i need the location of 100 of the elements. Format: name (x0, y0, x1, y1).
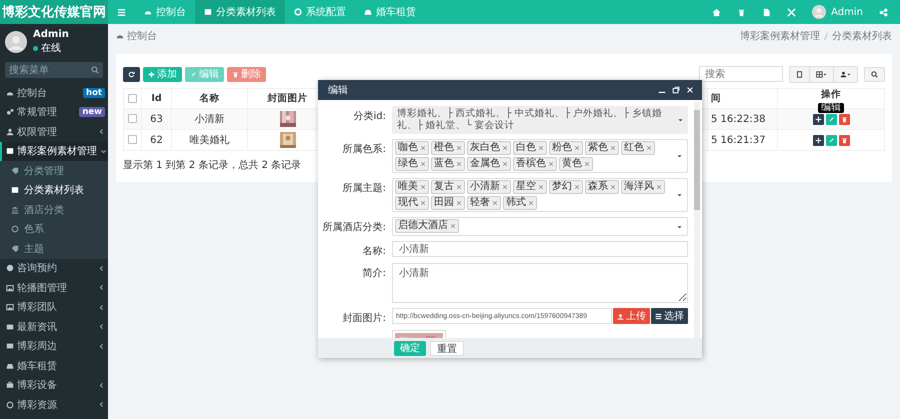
tag-chip[interactable]: 启德大酒店 (395, 219, 459, 233)
tag-chip[interactable]: 森系 (585, 180, 619, 194)
tag-chip[interactable]: 金属色 (467, 157, 511, 171)
fullscreen-icon[interactable] (787, 8, 796, 16)
share-icon[interactable] (879, 8, 888, 16)
remove-icon[interactable] (456, 184, 462, 190)
breadcrumb-link[interactable]: 博彩案例素材管理 (740, 29, 820, 43)
tag-chip[interactable]: 复古 (431, 180, 465, 194)
sidebar-item[interactable]: 轮播图管理 (0, 278, 108, 298)
remove-icon[interactable] (450, 223, 456, 229)
remove-icon[interactable] (584, 161, 590, 167)
tag-chip[interactable]: 田园 (431, 196, 465, 210)
tag-chip[interactable]: 红色 (621, 141, 655, 155)
home-icon[interactable] (712, 8, 722, 16)
tag-chip[interactable]: 蓝色 (431, 157, 465, 171)
sidebar-item[interactable]: 咨询预约 (0, 258, 108, 278)
sidebar-item[interactable]: 婚车租赁 (0, 356, 108, 376)
maximize-icon[interactable] (672, 86, 680, 94)
delete-button[interactable] (838, 134, 850, 146)
remove-icon[interactable] (456, 161, 462, 167)
drag-button[interactable] (812, 114, 824, 124)
scrollbar[interactable] (694, 102, 700, 338)
tag-chip[interactable]: 灰白色 (467, 141, 511, 155)
row-checkbox[interactable] (128, 135, 137, 144)
sidebar-item[interactable]: 博彩周边 (0, 336, 108, 356)
select-all-checkbox[interactable] (128, 94, 137, 103)
search-icon[interactable] (91, 66, 99, 74)
tag-select-field[interactable]: 咖色 橙色 灰白色 白色 粉色 紫色 红色 绿色 蓝色 金属色 香槟色 黄色 (392, 139, 688, 173)
submenu-item[interactable]: 主题 (0, 239, 108, 258)
remove-icon[interactable] (538, 145, 544, 151)
caret-icon[interactable] (676, 152, 683, 160)
sidebar-item[interactable]: 控制台 hot (0, 83, 108, 102)
sidebar-item[interactable]: 博彩案例素材管理 (0, 142, 108, 161)
tag-chip[interactable]: 韩式 (503, 196, 537, 210)
remove-icon[interactable] (420, 184, 426, 190)
breadcrumb-title[interactable]: 控制台 (127, 29, 157, 43)
tag-chip[interactable]: 咖色 (395, 141, 429, 155)
row-checkbox[interactable] (128, 114, 137, 124)
tag-chip[interactable]: 现代 (395, 196, 429, 210)
remove-icon[interactable] (538, 184, 544, 190)
columns-button[interactable] (810, 66, 834, 82)
description-field[interactable]: 小清新 (392, 263, 688, 303)
tag-chip[interactable]: 紫色 (585, 141, 619, 155)
tag-chip[interactable]: 星空 (513, 180, 547, 194)
tag-chip[interactable]: 海洋风 (621, 180, 665, 194)
breadcrumb-link[interactable]: 分类素材列表 (832, 29, 892, 43)
drag-button[interactable] (812, 134, 824, 146)
tag-chip[interactable]: 橙色 (431, 141, 465, 155)
tag-select-field[interactable]: 唯美 复古 小清新 星空 梦幻 森系 海洋风 现代 田园 轻奢 韩式 (392, 178, 688, 212)
remove-icon[interactable] (574, 145, 580, 151)
submenu-item[interactable]: 分类管理 (0, 161, 108, 180)
remove-icon[interactable] (502, 145, 508, 151)
reset-button[interactable]: 重置 (430, 340, 464, 356)
remove-icon[interactable] (528, 200, 534, 206)
remove-icon[interactable] (656, 184, 662, 190)
close-icon[interactable] (686, 86, 694, 94)
remove-icon[interactable] (548, 161, 554, 167)
sidebar-item[interactable]: 常规管理 new (0, 102, 108, 122)
upload-button[interactable]: 上传 (613, 308, 650, 324)
trash-icon[interactable] (737, 8, 746, 16)
remove-icon[interactable] (456, 145, 462, 151)
remove-icon[interactable] (574, 184, 580, 190)
remove-icon[interactable] (502, 184, 508, 190)
submenu-item[interactable]: 分类素材列表 (0, 180, 108, 200)
sidebar-item[interactable]: 博彩设备 (0, 376, 108, 395)
menu-search-field[interactable]: 搜索菜单 (5, 62, 103, 78)
tag-chip[interactable]: 唯美 (395, 180, 429, 194)
submenu-item[interactable]: 色系 (0, 220, 108, 239)
tag-chip[interactable]: 粉色 (549, 141, 583, 155)
tag-chip[interactable]: 绿色 (395, 157, 429, 171)
caret-icon[interactable] (676, 192, 683, 198)
tag-chip[interactable]: 轻奢 (467, 196, 501, 210)
tag-chip[interactable]: 黄色 (559, 157, 593, 171)
remove-icon[interactable] (420, 200, 426, 206)
tag-chip[interactable]: 小清新 (467, 180, 511, 194)
refresh-button[interactable] (123, 66, 140, 82)
delete-button[interactable] (838, 114, 850, 124)
remove-icon[interactable] (420, 161, 426, 167)
remove-icon[interactable] (420, 145, 426, 151)
sidebar-item[interactable]: 最新资讯 (0, 317, 108, 336)
tag-chip[interactable]: 白色 (513, 141, 547, 155)
sidebar-item[interactable]: 权限管理 (0, 122, 108, 142)
sidebar-item[interactable]: 博彩团队 (0, 298, 108, 317)
remove-icon[interactable] (610, 184, 616, 190)
submenu-item[interactable]: 酒店分类 (0, 200, 108, 220)
remove-icon[interactable] (502, 161, 508, 167)
remove-icon[interactable] (492, 200, 498, 206)
table-search-field[interactable]: 搜索 (699, 66, 783, 82)
search-button[interactable] (864, 66, 885, 82)
user-avatar[interactable] (812, 5, 826, 19)
remove-icon[interactable] (456, 200, 462, 206)
caret-icon[interactable] (677, 116, 684, 124)
sidebar-item[interactable]: 博彩资源 (0, 395, 108, 414)
remove-icon[interactable] (610, 145, 616, 151)
document-icon[interactable] (762, 8, 772, 16)
choose-button[interactable]: 选择 (651, 308, 688, 324)
tag-select-field[interactable]: 启德大酒店 (392, 217, 688, 236)
tag-chip[interactable]: 香槟色 (513, 157, 557, 171)
remove-icon[interactable] (646, 145, 652, 151)
name-input-field[interactable]: 小清新 (392, 241, 688, 257)
